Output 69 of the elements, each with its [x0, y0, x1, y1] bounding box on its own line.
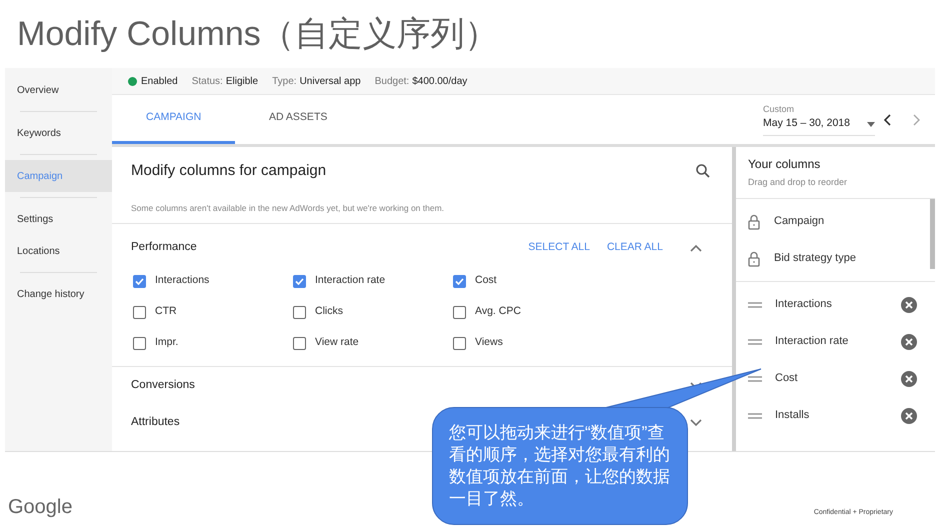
check-icon [135, 278, 144, 284]
check-icon [455, 278, 464, 284]
tab[interactable]: AD ASSETS [235, 95, 362, 144]
column-name: Installs [775, 408, 810, 424]
sidebar-item[interactable]: Overview [5, 74, 112, 106]
dropdown-caret-icon [867, 122, 875, 127]
scrollbar-thumb[interactable] [930, 199, 935, 269]
search-icon[interactable] [696, 164, 710, 178]
section-title[interactable]: Performance [131, 239, 197, 257]
section-action-link[interactable]: CLEAR ALL [606, 240, 663, 256]
tab[interactable]: CAMPAIGN [112, 95, 235, 144]
sidebar-item[interactable]: Keywords [5, 117, 112, 149]
chevron-down-icon[interactable] [690, 418, 702, 426]
panel-title: Modify columns for campaign [131, 160, 326, 181]
date-picker[interactable]: Custom May 15 – 30, 2018 [763, 102, 875, 136]
drag-handle-icon[interactable] [748, 376, 762, 382]
checkbox[interactable] [453, 306, 466, 318]
field-value: Eligible [226, 74, 258, 88]
field-label: Budget: [374, 74, 410, 88]
field-label: Status: [192, 74, 223, 88]
google-logo: Google [8, 495, 72, 520]
section-title[interactable]: Conversions [131, 376, 195, 394]
section-title[interactable]: Attributes [131, 414, 180, 432]
checkbox-label: Impr. [155, 335, 178, 350]
sidebar-item[interactable]: Settings [5, 203, 112, 235]
check-icon [295, 278, 304, 284]
sidebar-item[interactable]: Change history [5, 278, 112, 310]
drag-handle-icon[interactable] [748, 302, 762, 308]
drag-handle-icon[interactable] [748, 338, 762, 344]
checkbox-label: Clicks [315, 304, 343, 320]
checkbox-label: Avg. CPC [475, 304, 521, 320]
column-name: Campaign [774, 214, 824, 230]
panel-subtitle: Drag and drop to reorder [748, 176, 848, 190]
checkbox[interactable] [293, 306, 306, 318]
remove-icon[interactable] [901, 370, 917, 386]
checkbox[interactable] [133, 306, 146, 318]
checkbox-label: Interactions [155, 273, 210, 288]
padlock-icon [748, 214, 760, 230]
remove-icon[interactable] [901, 334, 917, 350]
column-name: Cost [775, 371, 798, 386]
checkbox[interactable] [293, 274, 306, 288]
panel-heading: Your columns [748, 156, 822, 174]
padlock-icon [748, 250, 760, 266]
checkbox[interactable] [453, 336, 466, 350]
section-action-link[interactable]: SELECT ALL [528, 240, 590, 256]
checkbox-label: Views [475, 335, 503, 350]
remove-icon[interactable] [901, 296, 917, 312]
checkbox-label: Cost [475, 273, 497, 288]
chevron-up-icon[interactable] [690, 244, 702, 252]
column-name: Interaction rate [775, 334, 848, 350]
remove-icon[interactable] [901, 408, 917, 424]
column-name: Interactions [775, 297, 832, 312]
previous-icon[interactable] [883, 114, 891, 126]
checkbox-label: CTR [155, 304, 177, 320]
checkbox-label: Interaction rate [315, 273, 386, 288]
panel-note: Some columns aren't available in the new AdWords yet, but we're working on them. [131, 203, 444, 213]
field-value: $400.00/day [412, 74, 468, 88]
checkbox-label: View rate [315, 335, 359, 350]
field-label: Type: [272, 74, 297, 88]
checkbox[interactable] [133, 274, 146, 288]
sidebar-item[interactable]: Locations [5, 235, 112, 267]
checkbox[interactable] [453, 274, 466, 288]
field-value: Universal app [300, 74, 361, 88]
drag-handle-icon[interactable] [748, 412, 762, 418]
checkbox[interactable] [133, 336, 146, 350]
campaign-state: Enabled [141, 74, 178, 88]
slide-title: Modify Columns（自定义序列） [17, 17, 499, 51]
column-name: Bid strategy type [774, 251, 856, 266]
checkbox[interactable] [293, 336, 306, 350]
